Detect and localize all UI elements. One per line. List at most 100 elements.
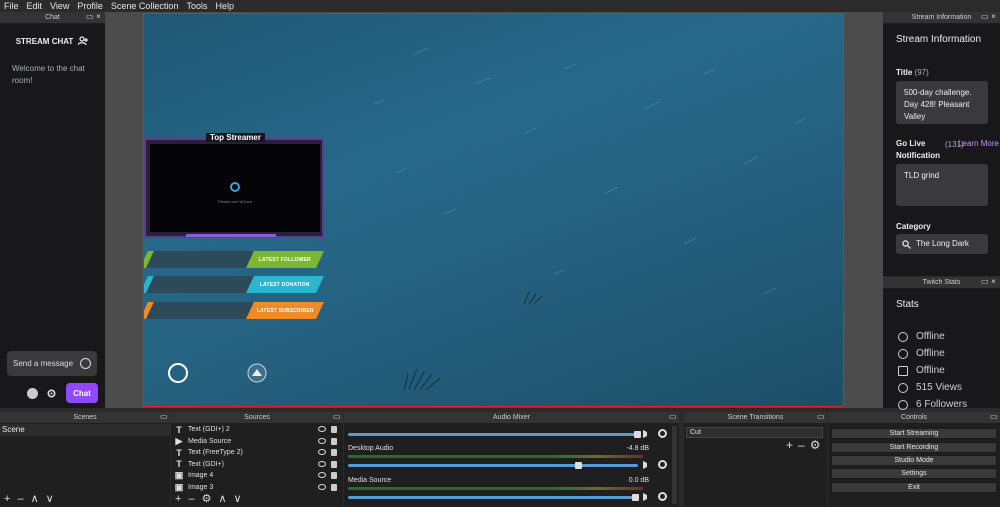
eye-icon[interactable] — [318, 460, 326, 467]
float-icon[interactable]: ▭ — [333, 413, 341, 421]
users-icon[interactable] — [78, 36, 89, 46]
eye-icon[interactable] — [318, 426, 326, 432]
gear-icon[interactable] — [658, 460, 667, 469]
float-icon[interactable]: ▭ — [160, 413, 168, 421]
search-icon — [902, 240, 911, 249]
info-dock-header: Stream Information ▭ × — [883, 12, 1000, 24]
remove-icon[interactable]: – — [188, 493, 194, 505]
gear-icon[interactable]: ⚙ — [202, 492, 212, 505]
eye-icon[interactable] — [318, 449, 326, 455]
volume-knob[interactable] — [634, 431, 641, 438]
down-icon[interactable]: ∨ — [234, 492, 242, 505]
source-name: Text (GDI+) 2 — [188, 426, 230, 434]
menu-edit[interactable]: Edit — [27, 1, 43, 11]
stream-info-panel: Stream Information Title (97) 500-day ch… — [883, 24, 1000, 276]
volume-knob[interactable] — [632, 494, 639, 501]
lock-icon[interactable] — [331, 426, 337, 433]
source-item[interactable]: T Text (FreeType 2) — [171, 447, 343, 459]
source-item[interactable]: T Text (GDI+) 2 — [171, 424, 343, 436]
stat-value: 515 Views — [916, 382, 962, 393]
alert-label: LATEST SUBSCRIBER — [256, 307, 314, 314]
close-icon[interactable]: × — [95, 13, 102, 21]
chat-toolbar — [27, 388, 57, 399]
gear-icon[interactable] — [46, 388, 57, 399]
speaker-icon[interactable] — [643, 493, 651, 501]
add-icon[interactable]: + — [175, 493, 181, 505]
gear-icon[interactable] — [658, 492, 667, 501]
menu-profile[interactable]: Profile — [77, 1, 103, 11]
mixer-scrollbar[interactable] — [672, 426, 677, 504]
up-icon[interactable]: ∧ — [218, 492, 226, 505]
close-icon[interactable]: × — [990, 278, 997, 286]
menu-file[interactable]: File — [4, 1, 19, 11]
stat-row: Offline — [898, 331, 945, 342]
down-icon[interactable]: ∨ — [46, 492, 54, 505]
menu-tools[interactable]: Tools — [186, 1, 207, 11]
eye-icon[interactable] — [318, 437, 326, 444]
stat-row: Offline — [898, 348, 945, 359]
mixer-dock-header: Audio Mixer ▭ — [344, 412, 679, 424]
volume-slider[interactable] — [348, 431, 641, 438]
golive-input[interactable]: TLD grind — [896, 164, 988, 206]
remove-icon[interactable]: – — [798, 438, 805, 452]
scenes-title: Scenes — [73, 414, 97, 421]
volume-slider[interactable] — [348, 462, 638, 469]
image-icon: ▣ — [174, 470, 184, 481]
remove-icon[interactable]: – — [17, 493, 23, 505]
transition-select[interactable]: Cut — [686, 427, 823, 438]
start-streaming-button[interactable]: Start Streaming — [831, 428, 997, 439]
volume-slider[interactable] — [348, 494, 639, 501]
alert-latest-subscriber: LATEST SUBSCRIBER — [144, 302, 328, 319]
speaker-icon[interactable] — [643, 430, 651, 438]
lock-icon[interactable] — [331, 460, 337, 468]
lock-icon[interactable] — [331, 449, 337, 456]
close-icon[interactable]: × — [990, 13, 997, 21]
speaker-icon[interactable] — [643, 461, 651, 469]
float-icon[interactable]: ▭ — [86, 13, 94, 21]
add-icon[interactable]: + — [786, 438, 793, 452]
stats-heading: Stats — [896, 299, 919, 310]
lock-icon[interactable] — [331, 483, 337, 491]
float-icon[interactable]: ▭ — [981, 278, 989, 286]
source-item[interactable]: T Text (GDI+) — [171, 459, 343, 471]
float-icon[interactable]: ▭ — [817, 413, 825, 421]
sources-toolbar: + – ⚙ ∧ ∨ — [175, 492, 242, 506]
menu-help[interactable]: Help — [215, 1, 234, 11]
volume-knob[interactable] — [575, 462, 582, 469]
chat-input[interactable]: Send a message — [7, 351, 97, 376]
eye-icon[interactable] — [318, 472, 326, 478]
menu-view[interactable]: View — [50, 1, 69, 11]
add-icon[interactable]: + — [4, 493, 10, 505]
transitions-panel: Cut + – ⚙ — [684, 424, 827, 507]
gear-icon[interactable]: ⚙ — [810, 438, 821, 452]
studio-mode-button[interactable]: Studio Mode — [831, 455, 997, 466]
learn-more-link[interactable]: Learn More — [957, 138, 999, 150]
source-item[interactable]: ▶ Media Source — [171, 436, 343, 448]
emote-icon[interactable] — [27, 388, 38, 399]
scene-item[interactable]: Scene — [0, 424, 170, 436]
gear-icon[interactable] — [658, 429, 667, 438]
exit-button[interactable]: Exit — [831, 482, 997, 493]
eye-icon[interactable] — [318, 483, 326, 490]
float-icon[interactable]: ▭ — [669, 413, 677, 421]
preview-canvas[interactable]: Top Streamer Please turn WCam LATEST FOL… — [143, 13, 844, 407]
float-icon[interactable]: ▭ — [981, 13, 989, 21]
float-icon[interactable]: ▭ — [990, 413, 998, 421]
mixer-title: Audio Mixer — [493, 414, 530, 421]
settings-button[interactable]: Settings — [831, 468, 997, 479]
title-input[interactable]: 500-day challenge. Day 428! Pleasant Val… — [896, 81, 988, 124]
start-recording-button[interactable]: Start Recording — [831, 442, 997, 453]
source-item[interactable]: ▣ Image 4 — [171, 470, 343, 482]
lock-icon[interactable] — [331, 472, 337, 479]
category-input[interactable]: The Long Dark — [896, 234, 988, 254]
lock-icon[interactable] — [331, 437, 337, 445]
webcam-message: Please turn WCam — [218, 199, 252, 204]
mixer-panel: Desktop Audio -4.8 dB Media Source 0.0 d… — [344, 424, 679, 507]
chat-send-button[interactable]: Chat — [66, 383, 98, 403]
alert-latest-follower: LATEST FOLLOWER — [144, 251, 328, 268]
webcam-bar — [186, 234, 276, 237]
emoji-icon[interactable] — [80, 358, 91, 369]
up-icon[interactable]: ∧ — [31, 492, 39, 505]
stat-value: Offline — [916, 365, 945, 376]
menu-scene-collection[interactable]: Scene Collection — [111, 1, 179, 11]
